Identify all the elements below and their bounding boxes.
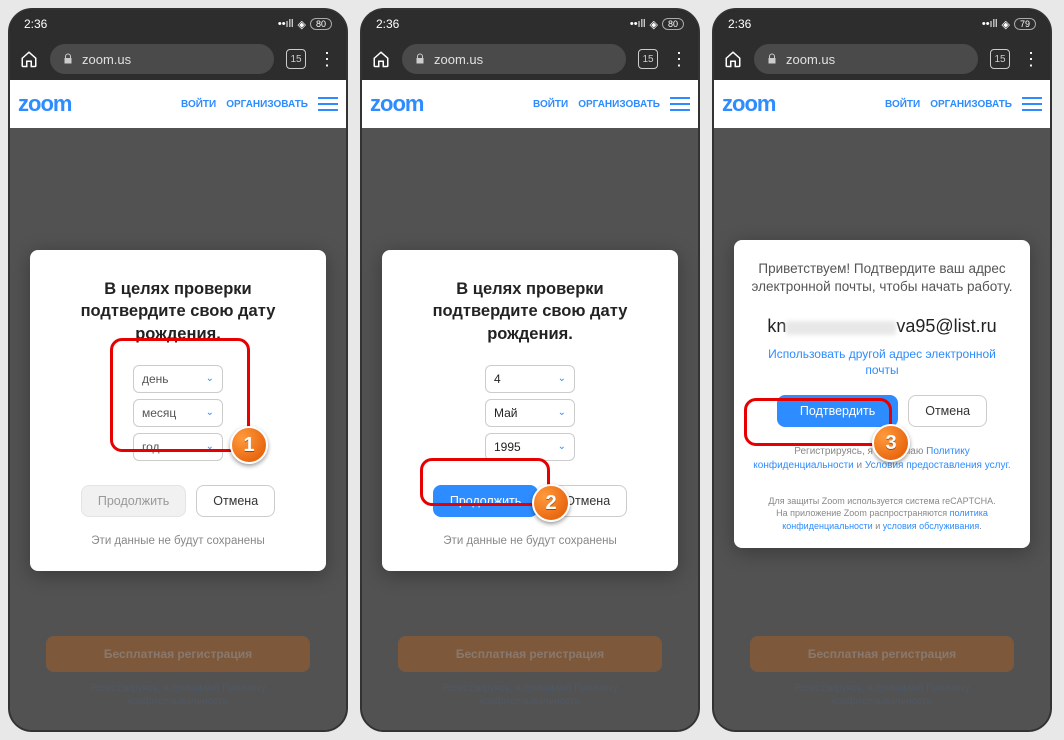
lock-icon (414, 53, 426, 65)
chevron-down-icon: ⌄ (558, 441, 566, 452)
home-icon[interactable] (372, 50, 390, 68)
month-select[interactable]: месяц⌄ (133, 399, 223, 427)
chevron-down-icon: ⌄ (558, 373, 566, 384)
cancel-button[interactable]: Отмена (548, 485, 627, 517)
status-bar: 2:36 ••ıll ◈ 80 (362, 10, 698, 38)
url-text: zoom.us (434, 52, 483, 67)
agreement-text: Регистрируясь, я принимаю Политику конфи… (750, 445, 1014, 473)
modal-footnote: Эти данные не будут сохранены (402, 535, 658, 547)
chevron-down-icon: ⌄ (558, 407, 566, 418)
login-link[interactable]: ВОЙТИ (533, 99, 568, 110)
recaptcha-notice: Для защиты Zoom используется система reC… (750, 495, 1014, 533)
clock: 2:36 (376, 17, 399, 31)
menu-icon[interactable]: ⋮ (1022, 49, 1040, 70)
url-text: zoom.us (786, 52, 835, 67)
chevron-down-icon: ⌄ (206, 373, 214, 384)
dob-modal: В целях проверки подтвердите свою дату р… (30, 250, 326, 571)
wifi-icon: ◈ (298, 18, 306, 31)
confirm-email-modal: Приветствуем! Подтвердите ваш адрес элек… (734, 240, 1030, 548)
menu-icon[interactable]: ⋮ (670, 49, 688, 70)
terms-link[interactable]: Условия предоставления услуг (865, 460, 1008, 471)
battery-indicator: 79 (1014, 18, 1036, 30)
zoom-header: zoom ВОЙТИ ОРГАНИЗОВАТЬ (714, 80, 1050, 128)
wifi-icon: ◈ (1002, 18, 1010, 31)
home-icon[interactable] (724, 50, 742, 68)
chevron-down-icon: ⌄ (206, 441, 214, 452)
chevron-down-icon: ⌄ (206, 407, 214, 418)
status-bar: 2:36 ••ıll ◈ 80 (10, 10, 346, 38)
lock-icon (766, 53, 778, 65)
continue-button[interactable]: Продолжить (81, 485, 186, 517)
captcha-terms-link[interactable]: условия обслуживания (883, 521, 979, 531)
url-field[interactable]: zoom.us (402, 44, 626, 74)
browser-toolbar: zoom.us 15 ⋮ (714, 38, 1050, 80)
email-redacted (786, 321, 896, 335)
login-link[interactable]: ВОЙТИ (885, 99, 920, 110)
battery-indicator: 80 (310, 18, 332, 30)
home-icon[interactable] (20, 50, 38, 68)
phone-screenshot-1: 2:36 ••ıll ◈ 80 zoom.us 15 ⋮ zoom ВОЙТИ … (8, 8, 348, 732)
month-select[interactable]: Май⌄ (485, 399, 575, 427)
tabs-button[interactable]: 15 (990, 49, 1010, 69)
tabs-button[interactable]: 15 (638, 49, 658, 69)
modal-title: В целях проверки подтвердите свою дату р… (402, 278, 658, 345)
browser-toolbar: zoom.us 15 ⋮ (362, 38, 698, 80)
url-field[interactable]: zoom.us (754, 44, 978, 74)
email-display: knva95@list.ru (750, 316, 1014, 337)
status-bar: 2:36 ••ıll ◈ 79 (714, 10, 1050, 38)
year-select[interactable]: 1995⌄ (485, 433, 575, 461)
modal-title: В целях проверки подтвердите свою дату р… (50, 278, 306, 345)
zoom-header: zoom ВОЙТИ ОРГАНИЗОВАТЬ (10, 80, 346, 128)
zoom-header: zoom ВОЙТИ ОРГАНИЗОВАТЬ (362, 80, 698, 128)
battery-indicator: 80 (662, 18, 684, 30)
hamburger-icon[interactable] (318, 97, 338, 111)
url-field[interactable]: zoom.us (50, 44, 274, 74)
login-link[interactable]: ВОЙТИ (181, 99, 216, 110)
year-select[interactable]: год⌄ (133, 433, 223, 461)
modal-title: Приветствуем! Подтвердите ваш адрес элек… (750, 260, 1014, 296)
phone-screenshot-3: 2:36 ••ıll ◈ 79 zoom.us 15 ⋮ zoom ВОЙТИ … (712, 8, 1052, 732)
zoom-logo: zoom (722, 91, 775, 117)
day-select[interactable]: 4⌄ (485, 365, 575, 393)
confirm-button[interactable]: Подтвердить (777, 395, 898, 427)
wifi-icon: ◈ (650, 18, 658, 31)
phone-screenshot-2: 2:36 ••ıll ◈ 80 zoom.us 15 ⋮ zoom ВОЙТИ … (360, 8, 700, 732)
hamburger-icon[interactable] (1022, 97, 1042, 111)
url-text: zoom.us (82, 52, 131, 67)
clock: 2:36 (24, 17, 47, 31)
signal-icon: ••ıll (630, 18, 646, 30)
organize-link[interactable]: ОРГАНИЗОВАТЬ (226, 99, 308, 110)
zoom-logo: zoom (18, 91, 71, 117)
tabs-button[interactable]: 15 (286, 49, 306, 69)
menu-icon[interactable]: ⋮ (318, 49, 336, 70)
cancel-button[interactable]: Отмена (908, 395, 987, 427)
modal-footnote: Эти данные не будут сохранены (50, 535, 306, 547)
use-other-email-link[interactable]: Использовать другой адрес электронной по… (750, 347, 1014, 378)
signal-icon: ••ıll (278, 18, 294, 30)
cancel-button[interactable]: Отмена (196, 485, 275, 517)
continue-button[interactable]: Продолжить (433, 485, 538, 517)
dob-modal: В целях проверки подтвердите свою дату р… (382, 250, 678, 571)
organize-link[interactable]: ОРГАНИЗОВАТЬ (578, 99, 660, 110)
browser-toolbar: zoom.us 15 ⋮ (10, 38, 346, 80)
hamburger-icon[interactable] (670, 97, 690, 111)
lock-icon (62, 53, 74, 65)
organize-link[interactable]: ОРГАНИЗОВАТЬ (930, 99, 1012, 110)
zoom-logo: zoom (370, 91, 423, 117)
signal-icon: ••ıll (982, 18, 998, 30)
day-select[interactable]: день⌄ (133, 365, 223, 393)
clock: 2:36 (728, 17, 751, 31)
